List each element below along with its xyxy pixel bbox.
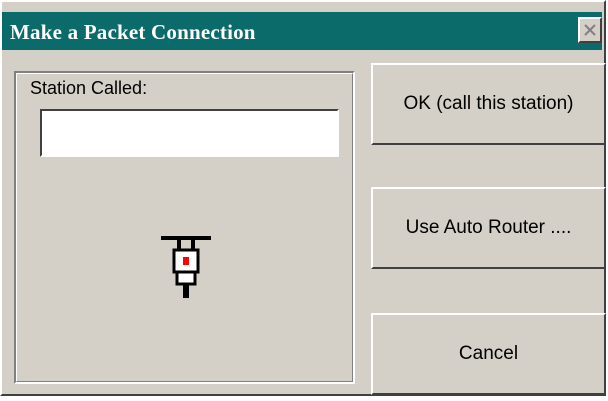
station-called-input[interactable] xyxy=(40,109,339,157)
close-icon xyxy=(584,24,596,36)
cancel-button[interactable]: Cancel xyxy=(371,313,606,395)
auto-router-button[interactable]: Use Auto Router .... xyxy=(371,187,606,269)
close-button[interactable] xyxy=(578,17,602,43)
ok-call-button[interactable]: OK (call this station) xyxy=(371,63,606,145)
radio-plug-icon xyxy=(161,236,211,298)
window-title: Make a Packet Connection xyxy=(10,20,256,44)
title-bar: Make a Packet Connection xyxy=(2,12,602,50)
station-called-label: Station Called: xyxy=(30,78,148,98)
